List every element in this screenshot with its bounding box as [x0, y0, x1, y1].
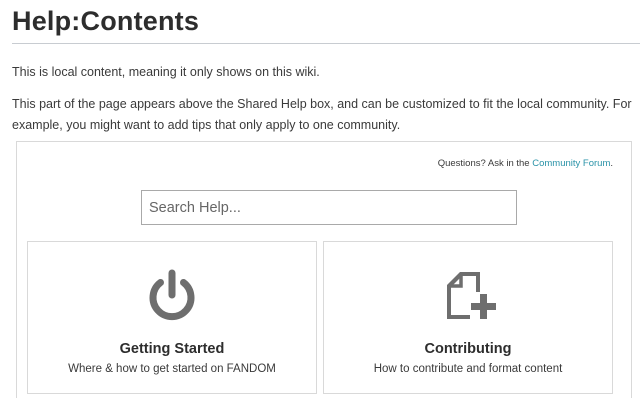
- card-description: Where & how to get started on FANDOM: [68, 363, 276, 375]
- getting-started-card[interactable]: Getting Started Where & how to get start…: [27, 241, 317, 394]
- shared-help-box: Questions? Ask in the Community Forum. G…: [16, 141, 632, 398]
- search-help-input[interactable]: [141, 190, 517, 225]
- contributing-card[interactable]: Contributing How to contribute and forma…: [323, 241, 613, 394]
- card-description: How to contribute and format content: [373, 363, 563, 375]
- add-page-icon: [447, 272, 496, 319]
- community-forum-link[interactable]: Community Forum: [532, 158, 610, 169]
- title-divider: [12, 43, 640, 44]
- card-title: Getting Started: [119, 341, 225, 357]
- page-title: Help:Contents: [12, 6, 200, 36]
- card-title: Contributing: [424, 341, 512, 357]
- page: Help:Contents This is local content, mea…: [0, 0, 640, 398]
- customization-paragraph: This part of the page appears above the …: [12, 97, 632, 132]
- power-icon: [149, 269, 195, 321]
- intro-paragraph: This is local content, meaning it only s…: [12, 65, 320, 79]
- questions-prefix: Questions? Ask in the: [437, 158, 533, 169]
- questions-suffix: .: [610, 158, 613, 169]
- questions-line: Questions? Ask in the Community Forum.: [438, 158, 613, 169]
